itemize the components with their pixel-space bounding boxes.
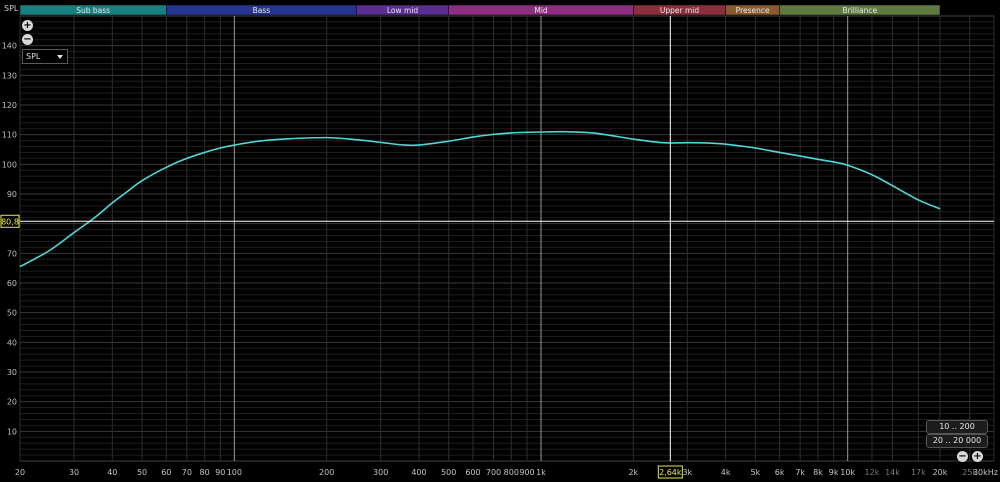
y-tick-label: 100 (2, 160, 17, 169)
x-tick-label: 700 (486, 468, 501, 477)
x-tick-label: 50 (137, 468, 147, 477)
range-top-button[interactable]: 10 .. 200 (926, 420, 988, 434)
grid (19, 15, 995, 462)
y-tick-label: 70 (7, 249, 17, 258)
x-tick-label: 600 (465, 468, 480, 477)
series-line-0 (19, 130, 941, 268)
range-bottom-button[interactable]: 20 .. 20 000 (926, 434, 988, 448)
x-tick-label: 200 (319, 468, 334, 477)
x-tick-label: 300 (373, 468, 388, 477)
y-tick-label: 20 (7, 398, 17, 407)
band-label: Presence (736, 6, 770, 15)
band-label: Upper mid (660, 6, 699, 15)
y-tick-label: 10 (7, 427, 17, 436)
band-label: Mid (534, 6, 548, 15)
x-zoom-in-icon[interactable]: + (972, 451, 983, 462)
x-tick-label: 500 (441, 468, 456, 477)
x-tick-label: 10k (840, 468, 855, 477)
x-tick-label: 3k (682, 468, 692, 477)
x-tick-label: 1k (536, 468, 546, 477)
x-tick-label: 100 (227, 468, 242, 477)
x-tick-label: 20 (15, 468, 25, 477)
x-tick-label: 8k (813, 468, 823, 477)
band-label: Low mid (387, 6, 419, 15)
x-tick-label: 5k (751, 468, 761, 477)
x-tick-label: 30kHz (973, 468, 998, 477)
x-tick-label: 30 (69, 468, 79, 477)
x-tick-label: 9k (829, 468, 839, 477)
y-tick-label: 50 (7, 309, 17, 318)
x-tick-label: 60 (161, 468, 171, 477)
band-label: Bass (253, 6, 271, 15)
chevron-down-icon (57, 55, 63, 59)
y-tick-label: 40 (7, 338, 17, 347)
x-tick-label: 40 (107, 468, 117, 477)
x-tick-label: 70 (182, 468, 192, 477)
y-zoom-out-icon[interactable]: − (22, 34, 33, 45)
x-tick-label: 14k (885, 468, 900, 477)
band-label: Sub bass (76, 6, 110, 15)
frequency-bands: Sub bass Bass Low mid Mid Upper mid Presence B… (19, 4, 941, 16)
x-tick-label: 7k (795, 468, 805, 477)
y-axis-label: SPL (4, 4, 19, 13)
y-tick-label: 90 (7, 190, 17, 199)
spl-select-value: SPL (26, 52, 41, 61)
cursor-x-label: 2,64k (659, 468, 682, 477)
x-tick-label: 400 (411, 468, 426, 477)
x-tick-label: 20k (933, 468, 948, 477)
x-tick-label: 6k (775, 468, 785, 477)
x-tick-label: 17k (911, 468, 926, 477)
band-label: Brilliance (842, 6, 877, 15)
y-tick-label: 120 (2, 101, 17, 110)
series-layer (19, 130, 941, 268)
frequency-response-chart[interactable]: Sub bass Bass Low mid Mid Upper mid Presence B… (0, 0, 1000, 482)
x-tick-label: 4k (721, 468, 731, 477)
y-zoom-in-icon[interactable]: + (22, 20, 33, 31)
x-zoom-out-icon[interactable]: − (957, 451, 968, 462)
y-tick-label: 110 (2, 131, 17, 140)
spl-select[interactable]: SPL (22, 49, 68, 64)
x-tick-label: 90 (215, 468, 225, 477)
y-tick-label: 60 (7, 279, 17, 288)
cursor-y-label: 80,8 (1, 217, 19, 226)
x-tick-label: 80 (200, 468, 210, 477)
x-tick-label: 12k (865, 468, 880, 477)
x-tick-label: 900 (519, 468, 534, 477)
y-tick-label: 140 (2, 42, 17, 51)
y-tick-label: 130 (2, 71, 17, 80)
x-tick-label: 2k (628, 468, 638, 477)
x-tick-label: 800 (504, 468, 519, 477)
y-tick-label: 30 (7, 368, 17, 377)
